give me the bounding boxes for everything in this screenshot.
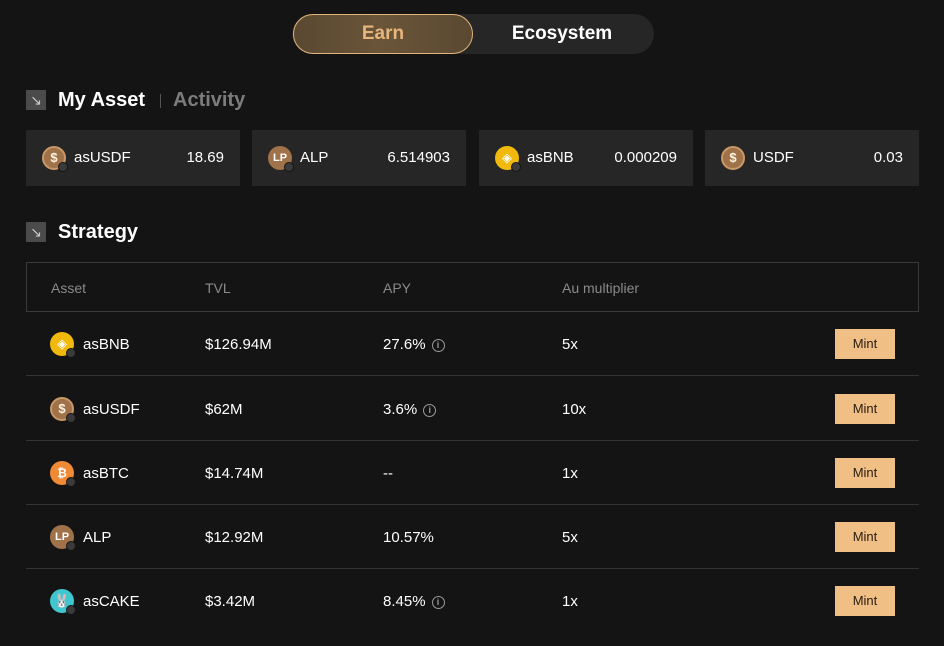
earn-ecosystem-switch: Earn Ecosystem — [292, 14, 654, 54]
row-apy: 27.6% i — [383, 336, 445, 353]
header-divider — [160, 94, 161, 108]
strategy-table-header: Asset TVL APY Au multiplier — [26, 262, 919, 312]
table-row: ₿ asBTC $14.74M -- 1x Mint — [26, 441, 919, 505]
tab-ecosystem[interactable]: Ecosystem — [472, 14, 652, 54]
mint-button[interactable]: Mint — [835, 522, 895, 552]
bnb-coin-icon: ◈ — [50, 332, 76, 358]
row-asset: asBNB — [83, 336, 130, 353]
mint-button[interactable]: Mint — [835, 458, 895, 488]
column-asset: Asset — [51, 280, 87, 296]
asset-card-asusdf: $ asUSDF 18.69 — [26, 130, 240, 186]
info-icon[interactable]: i — [431, 339, 445, 352]
info-icon[interactable]: i — [423, 404, 437, 417]
asset-name: asBNB — [527, 149, 574, 166]
mint-button[interactable]: Mint — [835, 586, 895, 616]
row-asset: asBTC — [83, 465, 129, 482]
btc-coin-icon: ₿ — [50, 461, 76, 487]
mint-button[interactable]: Mint — [835, 394, 895, 424]
row-apy: 8.45% i — [383, 593, 445, 610]
row-multiplier: 1x — [562, 593, 578, 610]
column-apy: APY — [383, 280, 412, 296]
cake-coin-icon: 🐰 — [50, 589, 76, 615]
row-tvl: $62M — [205, 401, 243, 418]
arrow-down-right-icon: ↘ — [26, 222, 46, 242]
usdf-coin-icon: $ — [721, 146, 745, 170]
row-multiplier: 5x — [562, 529, 578, 546]
row-tvl: $14.74M — [205, 465, 264, 482]
usdf-coin-icon: $ — [50, 397, 76, 423]
table-row: ◈ asBNB $126.94M 27.6% i 5x Mint — [26, 312, 919, 376]
column-au-multiplier: Au multiplier — [562, 280, 640, 296]
row-apy: 3.6% i — [383, 401, 437, 418]
usdf-coin-icon: $ — [42, 146, 68, 172]
row-asset: asCAKE — [83, 593, 140, 610]
asset-name: USDF — [753, 149, 794, 166]
asset-name: asUSDF — [74, 149, 131, 166]
column-tvl: TVL — [205, 280, 231, 296]
row-tvl: $126.94M — [205, 336, 272, 353]
row-tvl: $3.42M — [205, 593, 256, 610]
asset-amount: 0.03 — [873, 149, 903, 166]
row-asset: asUSDF — [83, 401, 140, 418]
alp-coin-icon: LP — [268, 146, 294, 172]
asset-name: ALP — [300, 149, 329, 166]
asset-amount: 6.514903 — [387, 149, 450, 166]
row-multiplier: 1x — [562, 465, 578, 482]
row-apy: -- — [383, 465, 393, 482]
bnb-coin-icon: ◈ — [495, 146, 521, 172]
activity-tab[interactable]: Activity — [173, 89, 245, 112]
row-apy: 10.57% — [383, 529, 434, 546]
my-asset-title[interactable]: My Asset — [58, 89, 145, 112]
row-tvl: $12.92M — [205, 529, 264, 546]
asset-card-asbnb: ◈ asBNB 0.000209 — [479, 130, 693, 186]
info-icon[interactable]: i — [431, 596, 445, 609]
asset-amount: 0.000209 — [614, 149, 677, 166]
asset-card-alp: LP ALP 6.514903 — [252, 130, 466, 186]
mint-button[interactable]: Mint — [835, 329, 895, 359]
table-row: $ asUSDF $62M 3.6% i 10x Mint — [26, 377, 919, 441]
tab-earn[interactable]: Earn — [293, 14, 473, 54]
asset-amount: 18.69 — [186, 149, 224, 166]
strategy-title: Strategy — [58, 221, 139, 243]
row-multiplier: 10x — [562, 401, 587, 418]
arrow-down-right-icon: ↘ — [26, 90, 46, 110]
table-row: 🐰 asCAKE $3.42M 8.45% i 1x Mint — [26, 569, 919, 633]
row-asset: ALP — [83, 529, 112, 546]
row-multiplier: 5x — [562, 336, 578, 353]
asset-card-usdf: $ USDF 0.03 — [705, 130, 919, 186]
table-row: LP ALP $12.92M 10.57% 5x Mint — [26, 505, 919, 569]
alp-coin-icon: LP — [50, 525, 76, 551]
